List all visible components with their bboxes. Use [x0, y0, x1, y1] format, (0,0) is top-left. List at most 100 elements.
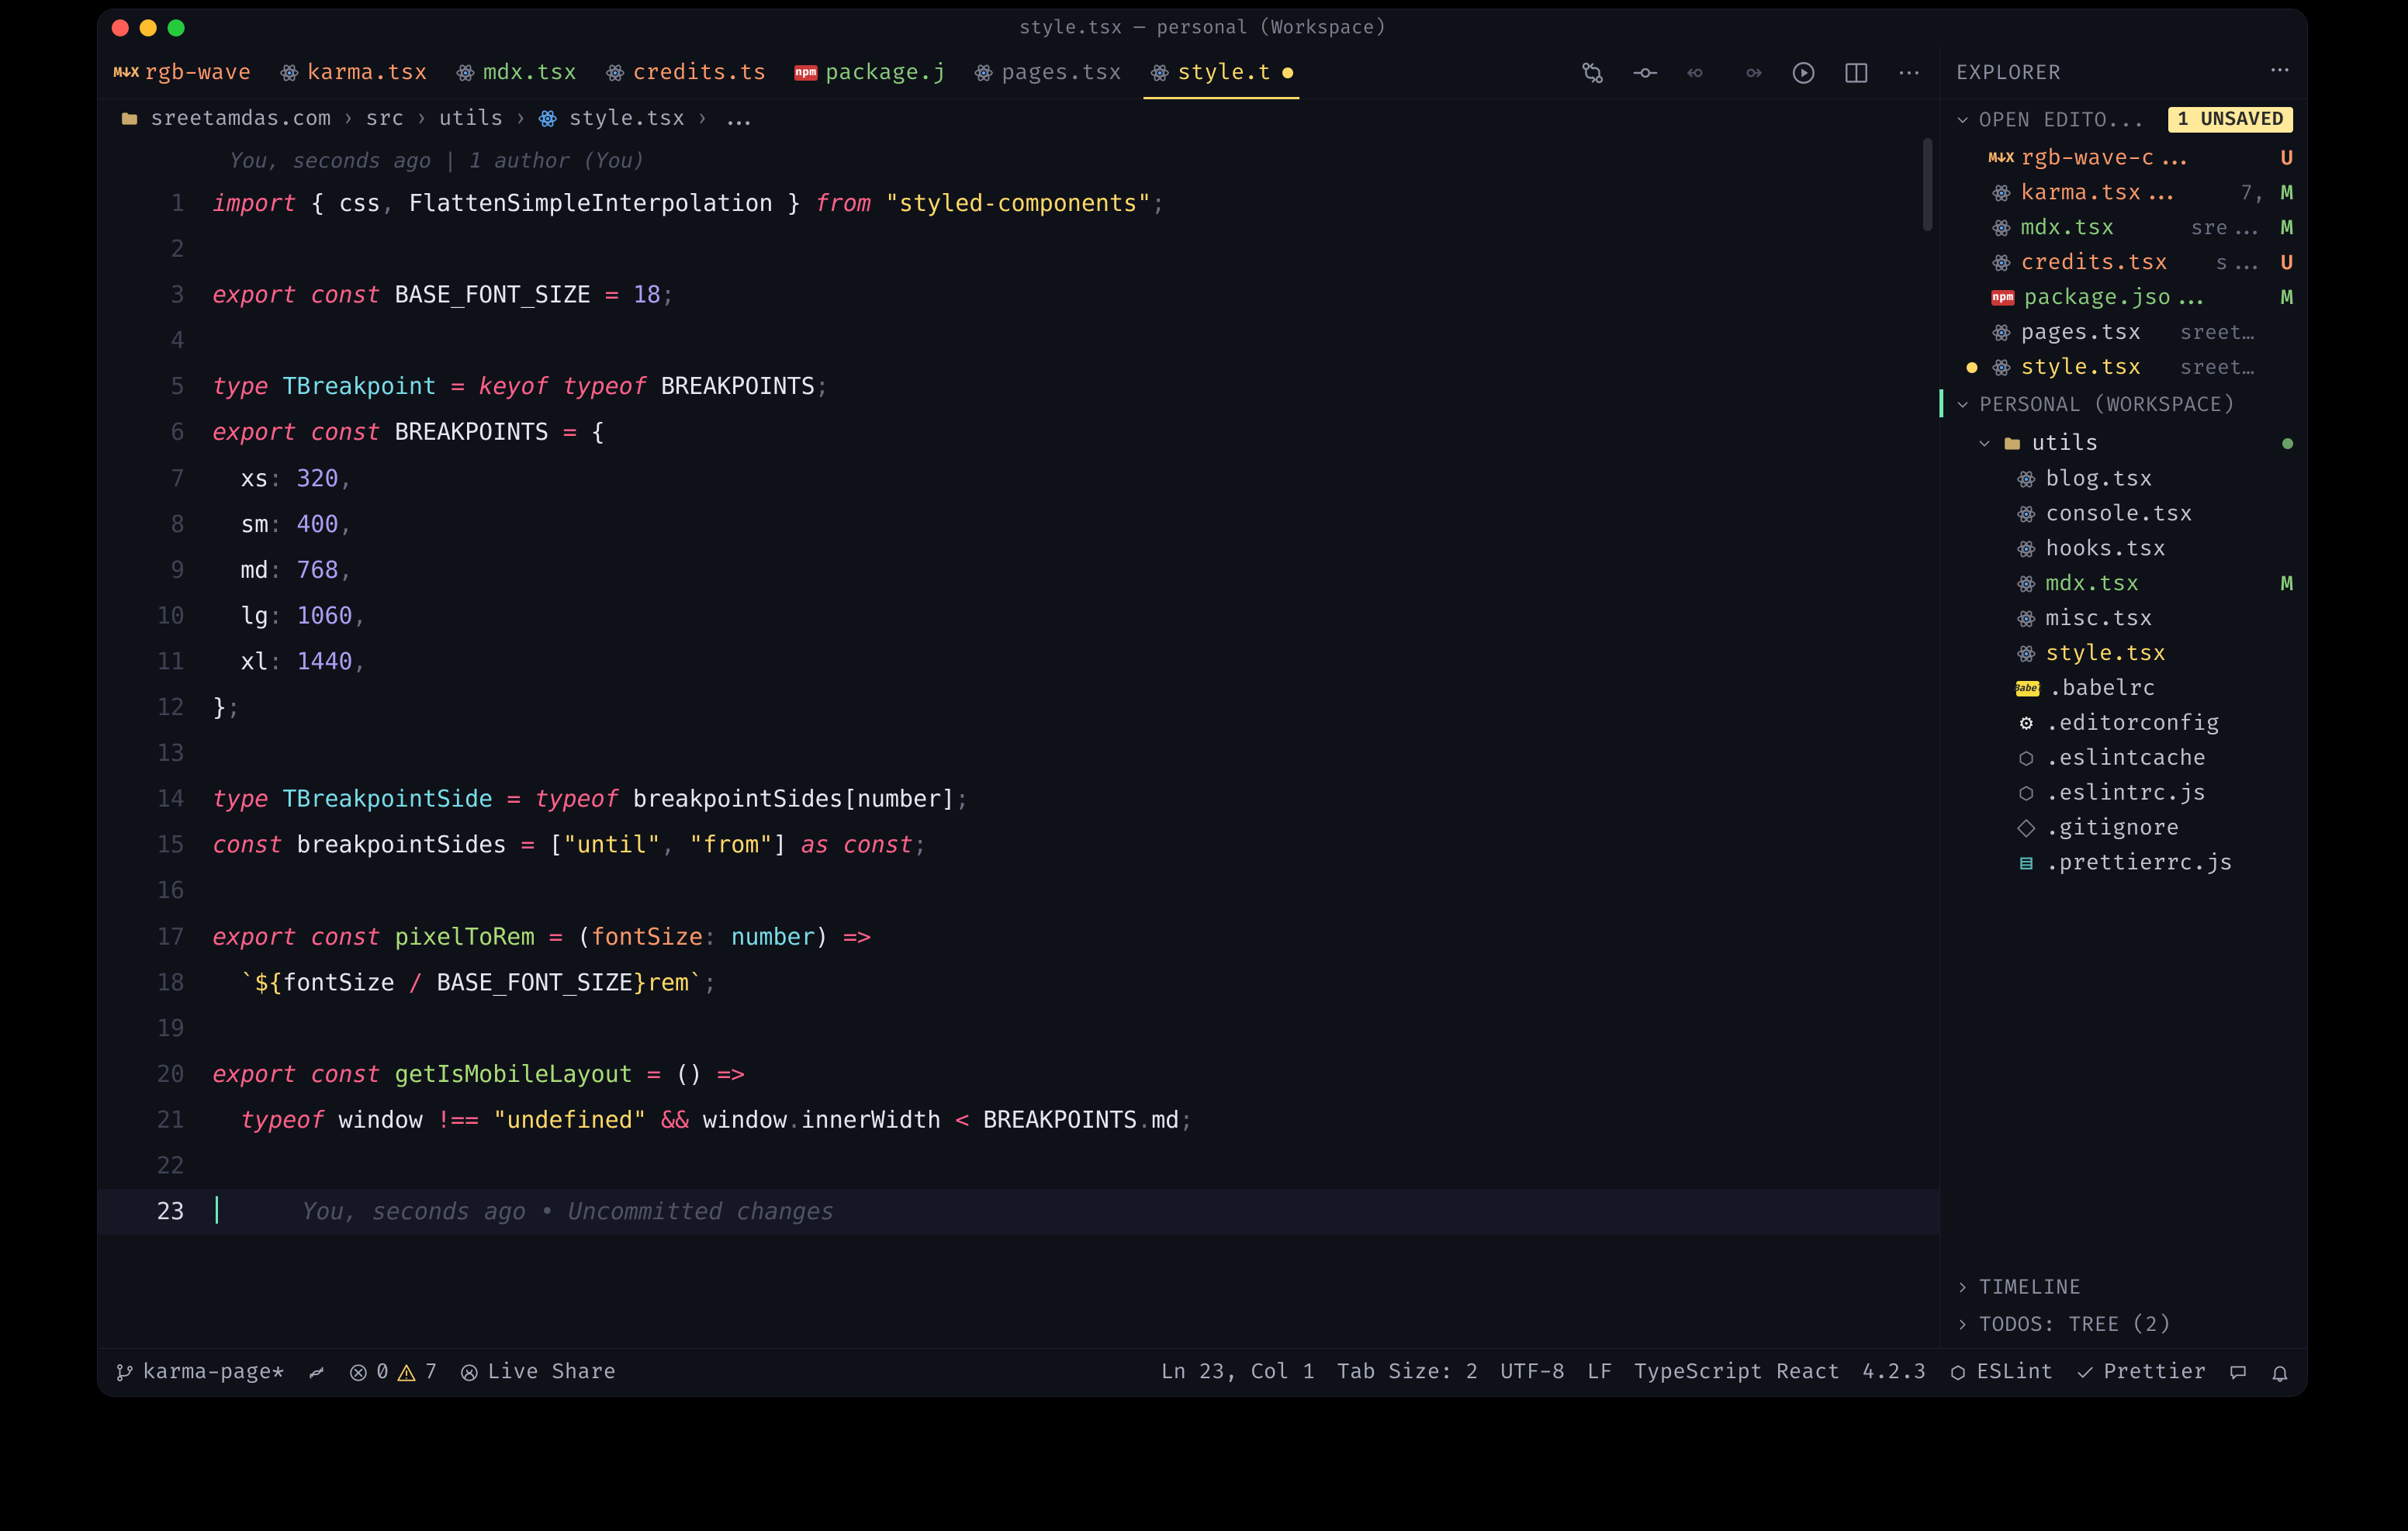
- folder-utils[interactable]: utils: [1940, 425, 2307, 461]
- line-number: 9: [98, 548, 213, 593]
- file-tree-item[interactable]: style.tsx: [1940, 636, 2307, 671]
- editor-tab-rgb[interactable]: M↓Xrgb-wave: [102, 47, 265, 98]
- chevron-down-icon: [1954, 396, 1971, 413]
- sync-status[interactable]: [306, 1363, 327, 1383]
- language-status[interactable]: TypeScript React: [1634, 1360, 1840, 1385]
- file-tree-item[interactable]: ▤.prettierrc.js: [1940, 845, 2307, 880]
- folder-modified-dot: [2282, 438, 2293, 449]
- open-editor-item[interactable]: mdx.tsxsre...M: [1940, 210, 2307, 245]
- window-title: style.tsx — personal (Workspace): [98, 17, 2307, 40]
- run-icon[interactable]: [1790, 60, 1817, 86]
- mdx-file-icon: M↓X: [1991, 148, 2012, 168]
- file-tree-item[interactable]: blog.tsx: [1940, 461, 2307, 496]
- open-editor-item[interactable]: credits.tsxs...U: [1940, 245, 2307, 280]
- git-compare-icon[interactable]: [1579, 60, 1606, 86]
- editor-tab-style[interactable]: style.t: [1136, 47, 1307, 98]
- file-tree-item[interactable]: .eslintrc.js: [1940, 776, 2307, 810]
- code-line[interactable]: 6export const BREAKPOINTS = {: [98, 410, 1939, 455]
- code-line[interactable]: 9 md: 768,: [98, 548, 1939, 593]
- chevron-right-icon: [1954, 1279, 1971, 1296]
- crumb-utils[interactable]: utils: [439, 106, 503, 132]
- open-editor-item[interactable]: M↓Xrgb-wave-c...U: [1940, 140, 2307, 175]
- editor-tab-mdxts[interactable]: mdx.tsx: [441, 47, 591, 98]
- code-line[interactable]: 8 sm: 400,: [98, 502, 1939, 548]
- redo-icon[interactable]: [1738, 60, 1764, 86]
- workspace-header[interactable]: PERSONAL (WORKSPACE): [1940, 385, 2307, 425]
- file-name: hooks.tsx: [2046, 535, 2293, 562]
- file-tree-item[interactable]: hooks.tsx: [1940, 531, 2307, 566]
- editor-tab-pages[interactable]: pages.tsx: [960, 47, 1136, 98]
- code-line[interactable]: 3export const BASE_FONT_SIZE = 18;: [98, 272, 1939, 318]
- code-line[interactable]: 7 xs: 320,: [98, 456, 1939, 502]
- feedback-icon[interactable]: [2228, 1363, 2248, 1383]
- editor-scrollbar[interactable]: [1923, 138, 1932, 1348]
- code-line[interactable]: 4: [98, 318, 1939, 364]
- maximize-window-button[interactable]: [168, 19, 185, 36]
- ts-version-status[interactable]: 4.2.3: [1862, 1360, 1926, 1385]
- open-editor-item[interactable]: pages.tsxsreeta...: [1940, 315, 2307, 350]
- undo-icon[interactable]: [1685, 60, 1711, 86]
- code-line[interactable]: 23 You, seconds ago • Uncommitted change…: [98, 1189, 1939, 1235]
- cursor-position-status[interactable]: Ln 23, Col 1: [1161, 1360, 1315, 1385]
- code-line[interactable]: 16: [98, 868, 1939, 914]
- eol-status[interactable]: LF: [1586, 1360, 1612, 1385]
- editor-tab-pkg[interactable]: npmpackage.j: [780, 47, 960, 98]
- code-line[interactable]: 18 `${fontSize / BASE_FONT_SIZE}rem`;: [98, 960, 1939, 1006]
- code-line[interactable]: 17export const pixelToRem = (fontSize: n…: [98, 914, 1939, 960]
- close-window-button[interactable]: [112, 19, 129, 36]
- code-line[interactable]: 15const breakpointSides = ["until", "fro…: [98, 822, 1939, 868]
- open-editor-item[interactable]: npmpackage.jso...M: [1940, 280, 2307, 315]
- editor-tab-karma[interactable]: karma.tsx: [265, 47, 441, 98]
- explorer-more-icon[interactable]: [2268, 58, 2292, 88]
- crumb-symbol[interactable]: ...: [720, 106, 759, 132]
- code-line[interactable]: 12};: [98, 685, 1939, 731]
- file-tree-item[interactable]: Babel.babelrc: [1940, 671, 2307, 706]
- split-editor-icon[interactable]: [1843, 60, 1870, 86]
- eslint-status[interactable]: ESLint: [1948, 1360, 2053, 1385]
- code-line[interactable]: 1import { css, FlattenSimpleInterpolatio…: [98, 181, 1939, 226]
- code-line[interactable]: 14type TBreakpointSide = typeof breakpoi…: [98, 776, 1939, 822]
- problems-status[interactable]: 0 7: [348, 1360, 438, 1385]
- code-content: import { css, FlattenSimpleInterpolation…: [213, 181, 1165, 226]
- open-editors-header[interactable]: OPEN EDITO... 1 UNSAVED: [1940, 99, 2307, 140]
- code-line[interactable]: 19: [98, 1006, 1939, 1052]
- file-tree-item[interactable]: mdx.tsxM: [1940, 566, 2307, 601]
- breadcrumb[interactable]: sreetamdas.com › src › utils › style.tsx…: [98, 99, 1939, 138]
- file-tree-item[interactable]: .gitignore: [1940, 810, 2307, 845]
- code-line[interactable]: 13: [98, 731, 1939, 776]
- file-tree-item[interactable]: ⚙︎.editorconfig: [1940, 706, 2307, 741]
- liveshare-status[interactable]: Live Share: [459, 1360, 616, 1385]
- code-line[interactable]: 21 typeof window !== "undefined" && wind…: [98, 1097, 1939, 1143]
- editor[interactable]: You, seconds ago | 1 author (You) 1impor…: [98, 138, 1939, 1348]
- prettier-status[interactable]: Prettier: [2075, 1360, 2206, 1385]
- code-line[interactable]: 22: [98, 1143, 1939, 1189]
- minimize-window-button[interactable]: [140, 19, 157, 36]
- open-editor-path: sre...: [2191, 216, 2265, 240]
- line-number: 13: [98, 731, 213, 776]
- editor-tab-credits[interactable]: credits.ts: [591, 47, 780, 98]
- line-number: 4: [98, 318, 213, 364]
- file-tree-item[interactable]: .eslintcache: [1940, 741, 2307, 776]
- crumb-project[interactable]: sreetamdas.com: [150, 106, 331, 132]
- git-branch-status[interactable]: karma-page*: [115, 1360, 285, 1385]
- tab-label: credits.ts: [633, 59, 766, 86]
- open-editor-item[interactable]: karma.tsx...7,M: [1940, 175, 2307, 210]
- todos-header[interactable]: TODOS: TREE (2): [1940, 1306, 2307, 1343]
- crumb-file[interactable]: style.tsx: [569, 106, 685, 132]
- file-tree-item[interactable]: misc.tsx: [1940, 601, 2307, 636]
- more-actions-icon[interactable]: [1896, 60, 1922, 86]
- timeline-header[interactable]: TIMELINE: [1940, 1269, 2307, 1306]
- crumb-src[interactable]: src: [365, 106, 404, 132]
- code-line[interactable]: 20export const getIsMobileLayout = () =>: [98, 1052, 1939, 1097]
- git-commit-icon[interactable]: [1632, 60, 1659, 86]
- code-line[interactable]: 5type TBreakpoint = keyof typeof BREAKPO…: [98, 364, 1939, 410]
- file-tree-item[interactable]: console.tsx: [1940, 496, 2307, 531]
- tab-size-status[interactable]: Tab Size: 2: [1337, 1360, 1479, 1385]
- react-file-icon: [1991, 218, 2012, 238]
- encoding-status[interactable]: UTF-8: [1500, 1360, 1565, 1385]
- bell-icon[interactable]: [2270, 1363, 2290, 1383]
- code-line[interactable]: 10 lg: 1060,: [98, 593, 1939, 639]
- open-editor-item[interactable]: style.tsxsreetamd...: [1940, 350, 2307, 385]
- code-line[interactable]: 2: [98, 226, 1939, 272]
- code-line[interactable]: 11 xl: 1440,: [98, 639, 1939, 685]
